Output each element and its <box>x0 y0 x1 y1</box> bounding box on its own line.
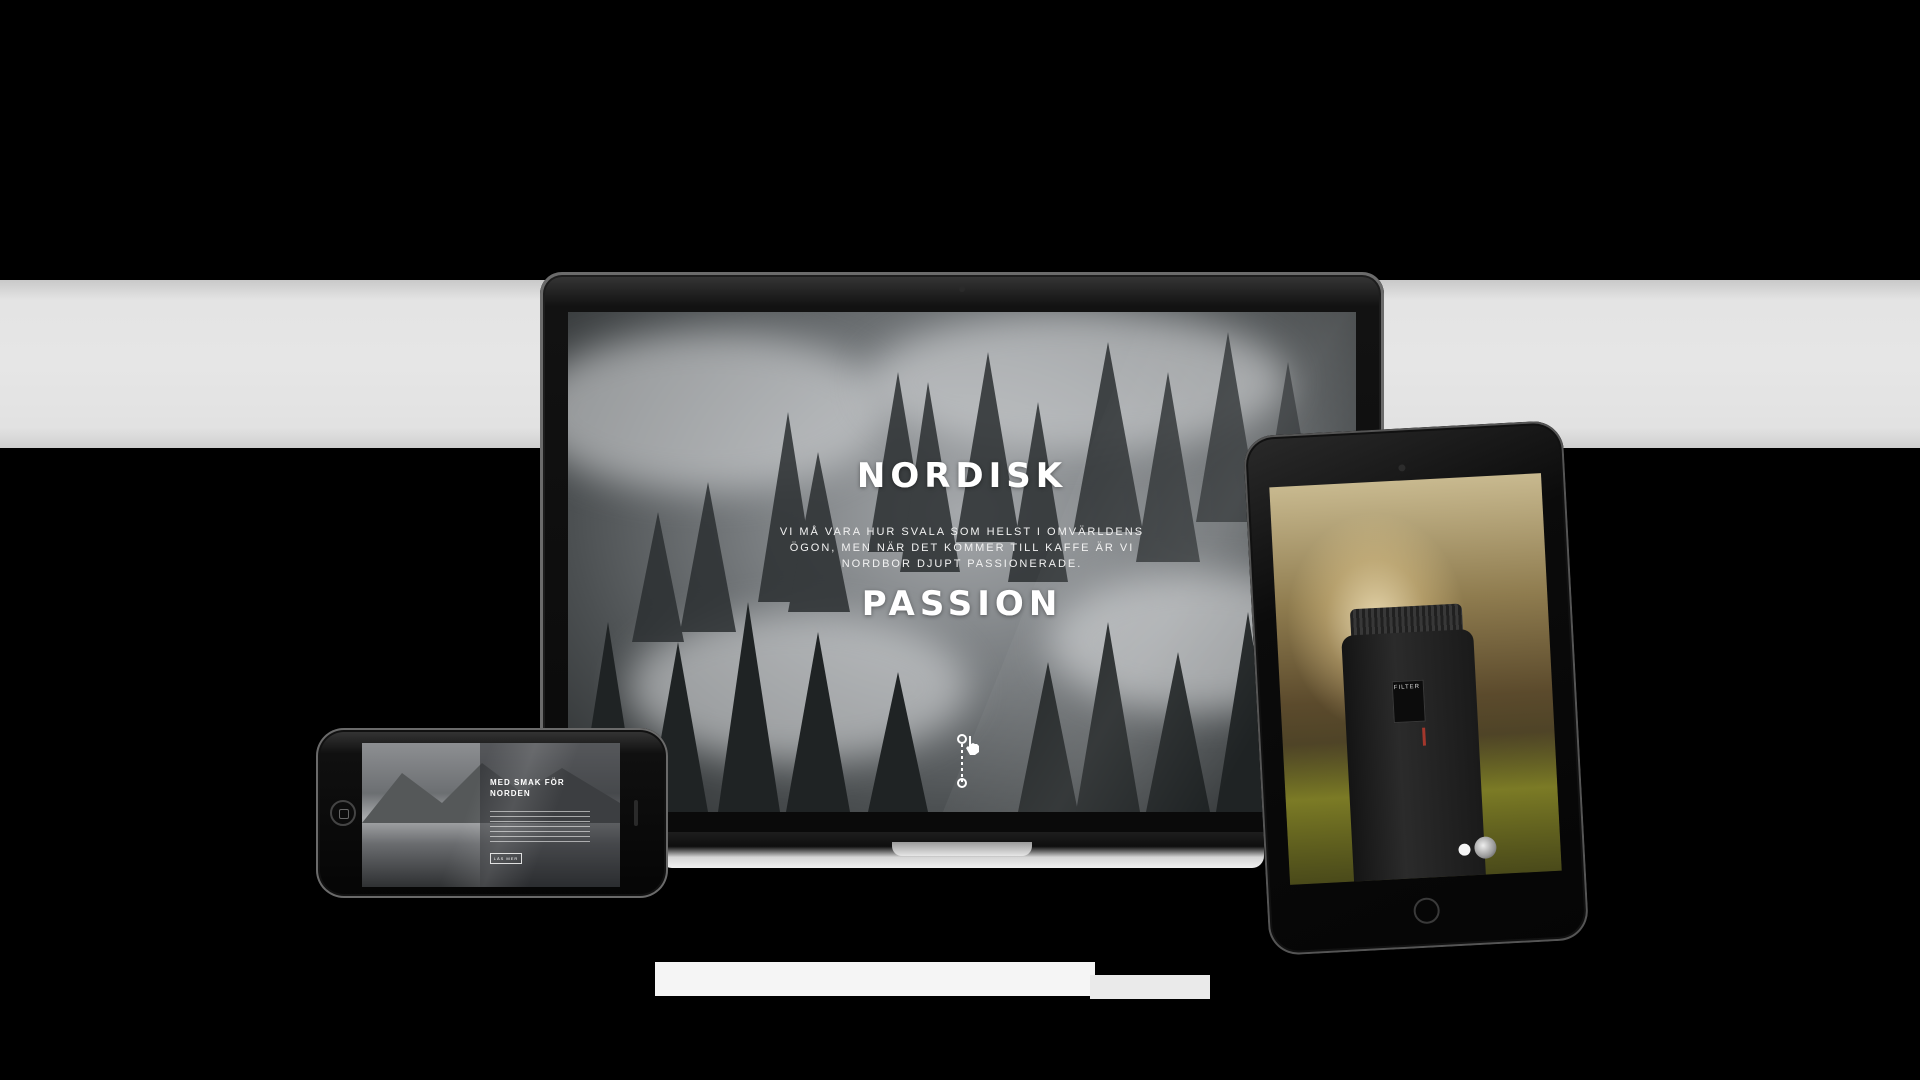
home-button-icon[interactable] <box>330 800 356 826</box>
laptop-screen: NORDISK VI MÅ VARA HUR SVALA SOM HELST I… <box>568 312 1356 812</box>
hero-title-top: NORDISK <box>856 456 1068 496</box>
scroll-indicator-line <box>961 744 963 782</box>
laptop-opening-notch <box>892 842 1032 856</box>
phone-mockup: MED SMAK FÖR NORDEN LÄS MER <box>316 728 668 898</box>
scroll-indicator-bottom[interactable] <box>957 778 967 788</box>
tablet-screen: FILTER <box>1269 473 1562 885</box>
tablet-mockup: FILTER <box>1242 419 1590 957</box>
speaker-grille <box>634 800 638 826</box>
hero-subtitle: VI MÅ VARA HUR SVALA SOM HELST I OMVÄRLD… <box>779 526 1145 570</box>
pointer-hand-icon <box>966 736 979 755</box>
camera-icon <box>959 286 965 292</box>
floor-reflection <box>1090 975 1210 999</box>
hero-title-bottom: PASSION <box>861 584 1063 624</box>
floor-reflection <box>655 962 1095 996</box>
device-mockup-scene: NORDISK VI MÅ VARA HUR SVALA SOM HELST I… <box>0 0 1920 1080</box>
phone-screen: MED SMAK FÖR NORDEN LÄS MER <box>362 743 620 887</box>
